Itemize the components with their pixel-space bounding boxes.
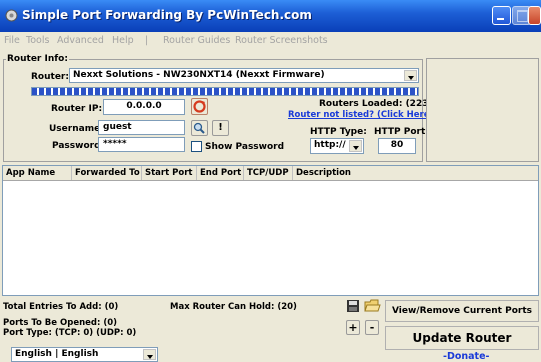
update-router-button[interactable]: Update Router [385,326,539,350]
http-type-label: HTTP Type: [310,127,367,137]
side-panel [426,58,539,162]
router-ip-label: Router IP: [51,104,103,114]
router-not-listed-link[interactable]: Router not listed? (Click Here) [288,110,433,120]
save-button[interactable] [346,299,360,313]
minimize-button[interactable] [492,6,511,25]
refresh-ip-button[interactable] [191,98,208,115]
table-header: App Name Forwarded To Start Port End Por… [3,166,538,181]
password-input[interactable]: ***** [98,137,185,152]
column-description[interactable]: Description [293,166,538,180]
info-button[interactable]: ! [212,120,229,136]
menu-help[interactable]: Help [112,35,134,46]
port-table[interactable]: App Name Forwarded To Start Port End Por… [2,165,539,296]
add-entry-button[interactable]: + [346,320,360,335]
magnify-icon [193,122,205,134]
remove-entry-button[interactable]: - [365,320,379,335]
port-type-text: Port Type: (TCP: 0) (UDP: 0) [3,328,137,338]
password-label: Password: [52,141,105,151]
menu-router-screenshots[interactable]: Router Screenshots [235,35,328,46]
chevron-down-icon[interactable] [404,70,417,81]
ports-opened-text: Ports To Be Opened: (0) [3,318,118,328]
open-button[interactable] [364,298,381,313]
http-type-select[interactable]: http:// [310,138,364,154]
menu-file[interactable]: File [4,35,20,46]
folder-open-icon [364,299,381,312]
router-ip-input[interactable]: 0.0.0.0 [103,99,185,115]
refresh-icon [193,100,206,113]
http-port-input[interactable]: 80 [378,138,416,154]
menu-separator: | [145,35,149,46]
username-label: Username: [49,124,104,134]
window-title: Simple Port Forwarding By PcWinTech.com [22,8,312,22]
router-info-legend: Router Info: [7,54,68,64]
show-password-checkbox[interactable] [191,141,202,152]
column-start-port[interactable]: Start Port [142,166,197,180]
chevron-down-icon[interactable] [349,140,362,152]
language-select[interactable]: English | English [11,347,158,362]
save-icon [347,300,359,312]
show-password-label: Show Password [205,142,285,152]
chevron-down-icon[interactable] [143,349,156,360]
router-load-progress [31,87,419,96]
router-select-value: Nexxt Solutions - NW230NXT14 (Nexxt Firm… [73,70,325,80]
app-icon [5,9,18,22]
max-router-text: Max Router Can Hold: (20) [170,302,297,312]
menu-tools[interactable]: Tools [26,35,49,46]
menu-advanced[interactable]: Advanced [57,35,104,46]
routers-loaded-text: Routers Loaded: (223) [319,99,433,109]
router-select[interactable]: Nexxt Solutions - NW230NXT14 (Nexxt Firm… [69,68,419,83]
router-label: Router: [31,72,69,82]
http-port-label: HTTP Port: [374,127,429,137]
router-load-progress-fill [32,88,418,95]
username-input[interactable]: guest [98,120,185,135]
menu-bar: File Tools Advanced Help | Router Guides… [0,32,541,50]
total-entries-text: Total Entries To Add: (0) [3,302,119,312]
column-end-port[interactable]: End Port [197,166,244,180]
close-button[interactable] [528,6,541,25]
column-forwarded-to[interactable]: Forwarded To [72,166,142,180]
lookup-button[interactable] [191,120,208,136]
view-remove-ports-button[interactable]: View/Remove Current Ports [385,300,539,322]
column-app-name[interactable]: App Name [3,166,72,180]
donate-link[interactable]: -Donate- [443,351,489,362]
column-tcp-udp[interactable]: TCP/UDP [244,166,293,180]
title-bar: Simple Port Forwarding By PcWinTech.com [0,0,541,32]
menu-router-guides[interactable]: Router Guides [163,35,230,46]
